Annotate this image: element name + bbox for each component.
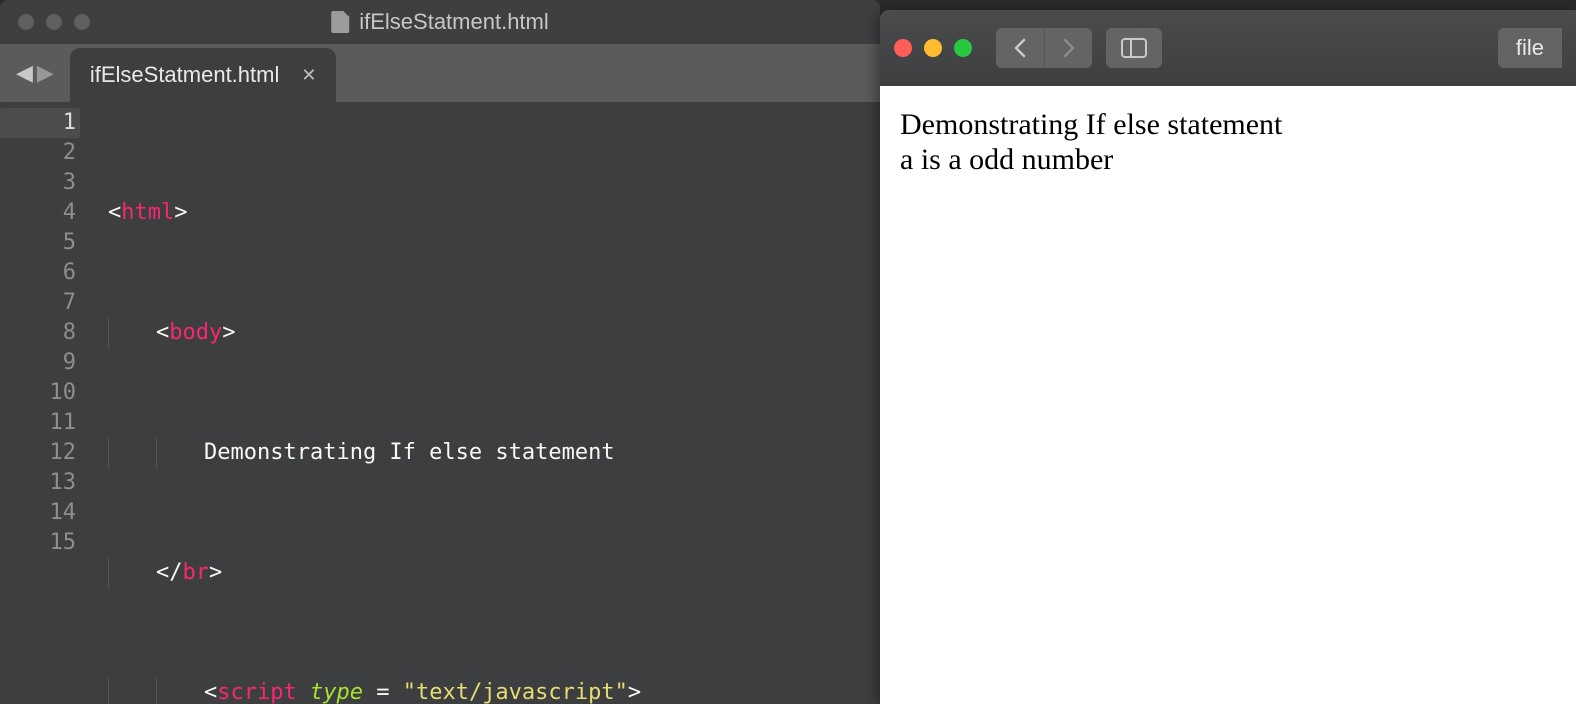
editor-history-fwd-icon[interactable]: ▶ <box>37 60 54 86</box>
editor-tab-label: ifElseStatment.html <box>90 62 280 88</box>
line-number: 11 <box>0 408 76 438</box>
code-line: <html> <box>108 198 880 228</box>
output-line: Demonstrating If else statement <box>900 108 1556 143</box>
chevron-right-icon <box>1062 38 1076 58</box>
browser-traffic-lights <box>894 39 982 57</box>
code-area[interactable]: <html> <body> Demonstrating If else stat… <box>96 102 880 704</box>
line-number: 14 <box>0 498 76 528</box>
line-number: 12 <box>0 438 76 468</box>
file-icon <box>331 11 349 33</box>
workspace: ifElseStatment.html ◀ ▶ ifElseStatment.h… <box>0 0 1576 704</box>
minimize-dot[interactable] <box>46 14 62 30</box>
line-number: 8 <box>0 318 76 348</box>
editor-title-text: ifElseStatment.html <box>359 9 549 35</box>
line-number: 3 <box>0 168 76 198</box>
line-number: 7 <box>0 288 76 318</box>
line-gutter: 1 2 3 4 5 6 7 8 9 10 11 12 13 14 15 <box>0 102 96 704</box>
line-number: 5 <box>0 228 76 258</box>
tab-close-icon[interactable]: ✕ <box>301 65 316 86</box>
minimize-dot[interactable] <box>924 39 942 57</box>
line-number: 1 <box>0 108 80 138</box>
forward-button[interactable] <box>1044 28 1092 68</box>
line-number: 9 <box>0 348 76 378</box>
line-number: 15 <box>0 528 76 558</box>
editor-window: ifElseStatment.html ◀ ▶ ifElseStatment.h… <box>0 0 880 704</box>
editor-tabbar: ◀ ▶ ifElseStatment.html ✕ <box>0 44 880 102</box>
address-bar[interactable]: file <box>1498 28 1562 68</box>
code-line: <script type = "text/javascript"> <box>108 678 880 704</box>
code-line: <body> <box>108 318 880 348</box>
line-number: 10 <box>0 378 76 408</box>
editor-nav-arrows: ◀ ▶ <box>0 44 70 102</box>
zoom-dot[interactable] <box>74 14 90 30</box>
line-number: 2 <box>0 138 76 168</box>
editor-title: ifElseStatment.html <box>331 9 549 35</box>
browser-window: file Demonstrating If else statement a i… <box>880 10 1576 704</box>
line-number: 6 <box>0 258 76 288</box>
browser-toolbar: file <box>880 10 1576 86</box>
line-number: 13 <box>0 468 76 498</box>
editor-traffic-lights <box>0 14 90 30</box>
browser-viewport: Demonstrating If else statement a is a o… <box>880 86 1576 199</box>
url-text: file <box>1516 35 1544 61</box>
output-line: a is a odd number <box>900 143 1556 178</box>
back-button[interactable] <box>996 28 1044 68</box>
editor-body: 1 2 3 4 5 6 7 8 9 10 11 12 13 14 15 <htm… <box>0 102 880 704</box>
sidebar-icon <box>1121 38 1147 58</box>
sidebar-toggle-button[interactable] <box>1106 28 1162 68</box>
line-number: 4 <box>0 198 76 228</box>
zoom-dot[interactable] <box>954 39 972 57</box>
close-dot[interactable] <box>894 39 912 57</box>
editor-tab[interactable]: ifElseStatment.html ✕ <box>70 48 337 102</box>
editor-history-back-icon[interactable]: ◀ <box>16 60 33 86</box>
close-dot[interactable] <box>18 14 34 30</box>
chevron-left-icon <box>1013 38 1027 58</box>
code-line: </br> <box>108 558 880 588</box>
code-line: Demonstrating If else statement <box>108 438 880 468</box>
browser-nav-buttons <box>996 28 1092 68</box>
editor-titlebar: ifElseStatment.html <box>0 0 880 44</box>
